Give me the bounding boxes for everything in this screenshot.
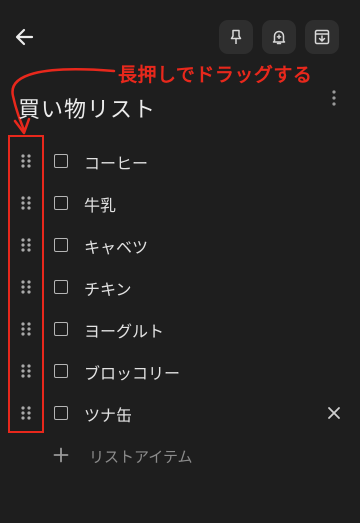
pin-button[interactable] xyxy=(219,20,253,54)
item-label[interactable]: ヨーグルト xyxy=(84,318,164,342)
item-checkbox[interactable] xyxy=(54,196,68,210)
pin-icon xyxy=(230,29,242,44)
drag-handle-icon[interactable] xyxy=(20,405,32,421)
back-button[interactable] xyxy=(12,24,38,50)
checklist: コーヒー 牛乳 キャベツ チキン ヨーグルト ブロッコリー ツナ缶 xyxy=(0,140,360,434)
item-label[interactable]: 牛乳 xyxy=(84,192,116,216)
list-item: ツナ缶 xyxy=(0,392,360,434)
drag-handle-icon[interactable] xyxy=(20,195,32,211)
drag-handle-icon[interactable] xyxy=(20,237,32,253)
drag-handle-icon[interactable] xyxy=(20,279,32,295)
item-label[interactable]: ツナ缶 xyxy=(84,402,132,426)
drag-handle-icon[interactable] xyxy=(20,153,32,169)
add-list-item-label: リストアイテム xyxy=(89,448,193,466)
item-label[interactable]: キャベツ xyxy=(84,234,148,258)
list-item: コーヒー xyxy=(0,140,360,182)
item-checkbox[interactable] xyxy=(54,364,68,378)
item-checkbox[interactable] xyxy=(54,322,68,336)
list-item: チキン xyxy=(0,266,360,308)
archive-button[interactable] xyxy=(305,20,339,54)
item-checkbox[interactable] xyxy=(54,154,68,168)
item-label[interactable]: チキン xyxy=(84,276,132,300)
add-list-item-button[interactable]: リストアイテム xyxy=(0,440,360,472)
reminder-bell-icon xyxy=(272,30,286,45)
close-icon xyxy=(328,407,340,419)
item-checkbox[interactable] xyxy=(54,238,68,252)
archive-icon xyxy=(314,29,330,45)
item-label[interactable]: コーヒー xyxy=(84,150,148,174)
item-label[interactable]: ブロッコリー xyxy=(84,360,180,384)
delete-item-button[interactable] xyxy=(326,405,342,421)
arrow-left-icon xyxy=(15,28,34,46)
list-item: ヨーグルト xyxy=(0,308,360,350)
list-item: 牛乳 xyxy=(0,182,360,224)
more-options-button[interactable] xyxy=(326,88,342,108)
annotation-text: 長押しでドラッグする xyxy=(118,64,313,86)
item-checkbox[interactable] xyxy=(54,280,68,294)
more-vert-icon xyxy=(332,90,336,106)
list-item: ブロッコリー xyxy=(0,350,360,392)
item-checkbox[interactable] xyxy=(54,406,68,420)
plus-icon xyxy=(53,447,69,463)
reminder-button[interactable] xyxy=(262,20,296,54)
list-item: キャベツ xyxy=(0,224,360,266)
drag-handle-icon[interactable] xyxy=(20,321,32,337)
note-title[interactable]: 買い物リスト xyxy=(18,92,156,124)
drag-handle-icon[interactable] xyxy=(20,363,32,379)
